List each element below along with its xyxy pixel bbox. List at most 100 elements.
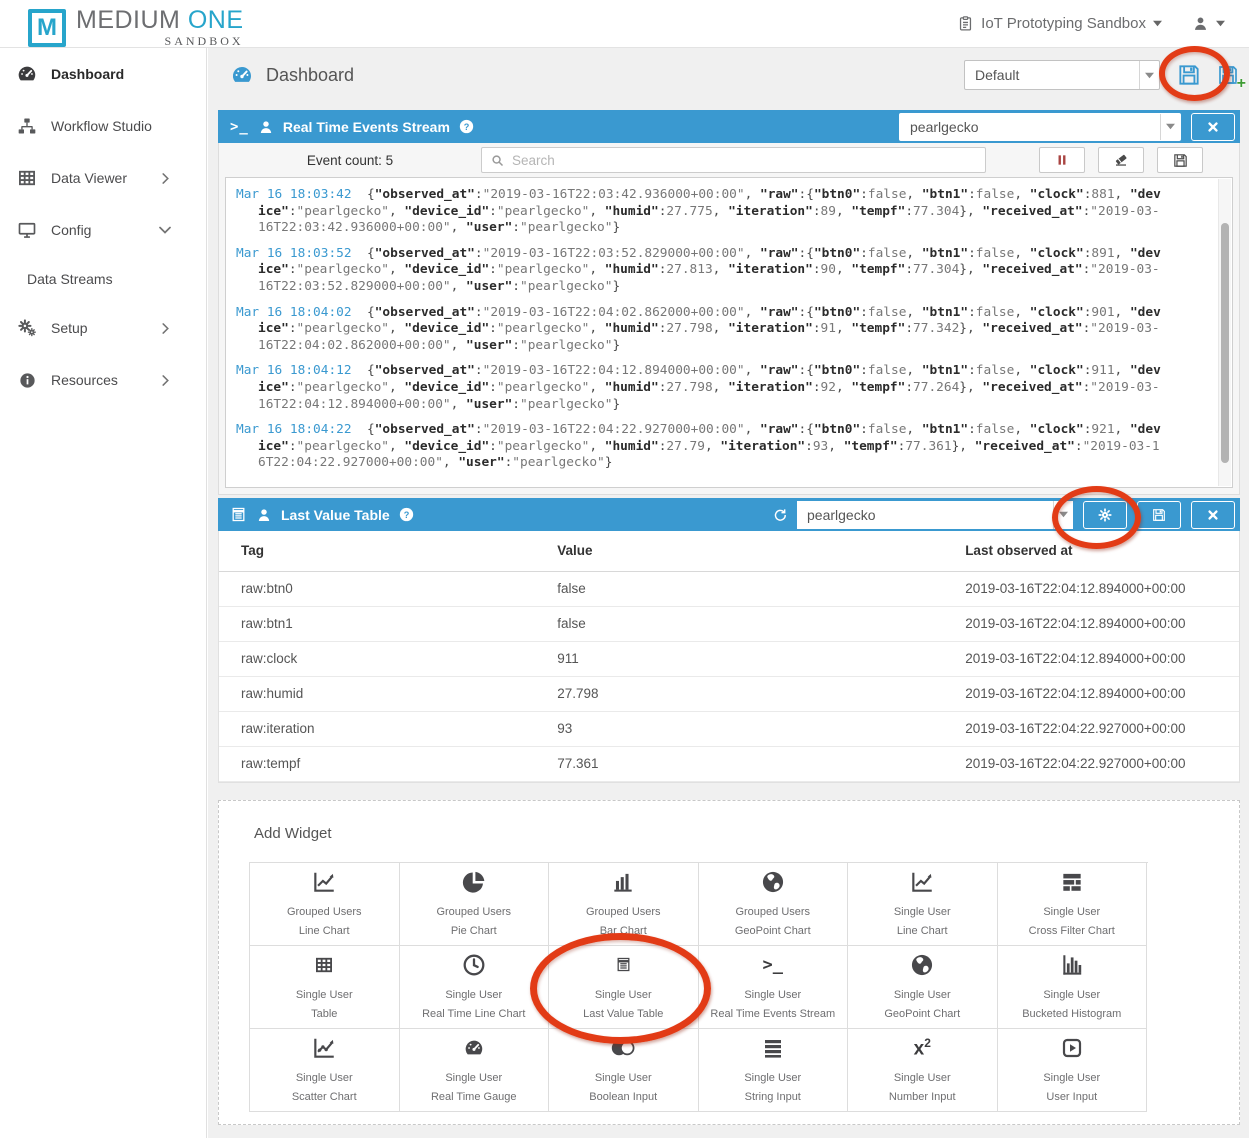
table-cell: 93 <box>535 711 943 746</box>
event-log-entry: Mar 16 18:03:52 {"observed_at":"2019-03-… <box>236 246 1166 296</box>
add-widget-item-grouped-users-geopoint-chart[interactable]: Grouped UsersGeoPoint Chart <box>699 863 849 946</box>
gauge-icon <box>463 1037 485 1059</box>
save-as-new-dashboard-button[interactable]: + <box>1216 63 1240 87</box>
table-cell: raw:clock <box>219 641 535 676</box>
brand-name: MEDIUM ONE <box>76 6 244 35</box>
sidebar-item-config[interactable]: Config <box>0 204 206 256</box>
lvt-save-button[interactable] <box>1137 501 1181 529</box>
widget-group-label: Single User <box>445 1069 502 1088</box>
table-cell: 2019-03-16T22:04:12.894000+00:00 <box>943 641 1239 676</box>
add-widget-grid: Grouped UsersLine ChartGrouped UsersPie … <box>249 862 1148 1112</box>
events-close-button[interactable] <box>1191 113 1235 141</box>
pause-stream-button[interactable] <box>1039 147 1085 173</box>
widget-group-label: Single User <box>1043 1069 1100 1088</box>
lvt-close-button[interactable] <box>1191 501 1235 529</box>
widget-name-label: String Input <box>745 1088 801 1107</box>
table-cell: 27.798 <box>535 676 943 711</box>
lvt-settings-button[interactable] <box>1083 501 1127 529</box>
brand-logo: M MEDIUM ONE SANDBOX <box>28 6 244 49</box>
add-widget-item-grouped-users-pie-chart[interactable]: Grouped UsersPie Chart <box>400 863 550 946</box>
chevron-right-icon <box>153 323 177 334</box>
table-cell: raw:btn0 <box>219 571 535 606</box>
event-json: {"observed_at":"2019-03-16T22:03:42.9360… <box>258 187 1161 235</box>
sidebar-item-workflow-studio[interactable]: Workflow Studio <box>0 100 206 152</box>
sidebar-item-resources[interactable]: Resources <box>0 354 206 406</box>
gauge-icon <box>15 63 39 85</box>
lvt-device-input[interactable] <box>797 501 1053 529</box>
event-json: {"observed_at":"2019-03-16T22:04:12.8940… <box>258 363 1161 411</box>
brand-subtitle: SANDBOX <box>165 34 244 49</box>
event-json: {"observed_at":"2019-03-16T22:03:52.8290… <box>258 246 1161 294</box>
add-widget-item-single-user-scatter-chart[interactable]: Single UserScatter Chart <box>250 1029 400 1112</box>
add-widget-item-single-user-table[interactable]: Single UserTable <box>250 946 400 1029</box>
sidebar-item-data-viewer[interactable]: Data Viewer <box>0 152 206 204</box>
event-log-entry: Mar 16 18:04:22 {"observed_at":"2019-03-… <box>236 422 1166 472</box>
last-value-table: TagValueLast observed at raw:btn0false20… <box>219 531 1239 782</box>
user-icon <box>1192 15 1209 32</box>
add-widget-item-grouped-users-line-chart[interactable]: Grouped UsersLine Chart <box>250 863 400 946</box>
dashboard-select-value: Default <box>965 67 1139 83</box>
add-widget-item-single-user-boolean-input[interactable]: Single UserBoolean Input <box>549 1029 699 1112</box>
scatter-icon <box>311 1035 337 1061</box>
add-widget-item-single-user-last-value-table[interactable]: Single UserLast Value Table <box>549 946 699 1029</box>
user-icon <box>256 507 272 523</box>
sidebar-item-label: Setup <box>51 320 88 336</box>
table-cell: 911 <box>535 641 943 676</box>
add-widget-item-single-user-real-time-gauge[interactable]: Single UserReal Time Gauge <box>400 1029 550 1112</box>
add-widget-item-single-user-geopoint-chart[interactable]: Single UserGeoPoint Chart <box>848 946 998 1029</box>
events-scrollbar-thumb[interactable] <box>1221 223 1229 463</box>
events-log: Mar 16 18:03:42 {"observed_at":"2019-03-… <box>225 177 1233 488</box>
event-log-entry: Mar 16 18:04:02 {"observed_at":"2019-03-… <box>236 305 1166 355</box>
event-timestamp: Mar 16 18:04:12 <box>236 363 352 378</box>
help-icon[interactable]: ? <box>399 507 414 522</box>
sidebar-item-dashboard[interactable]: Dashboard <box>0 48 206 100</box>
user-icon <box>258 119 274 135</box>
events-search-input[interactable] <box>512 153 977 168</box>
widget-name-label: Scatter Chart <box>292 1088 357 1107</box>
clipboard-icon <box>957 15 974 32</box>
sidebar-item-setup[interactable]: Setup <box>0 302 206 354</box>
clear-stream-button[interactable] <box>1098 147 1144 173</box>
desktop-icon <box>15 220 39 240</box>
add-widget-item-single-user-bucketed-histogram[interactable]: Single UserBucketed Histogram <box>998 946 1148 1029</box>
table-row: raw:clock9112019-03-16T22:04:12.894000+0… <box>219 641 1239 676</box>
widget-name-label: Table <box>311 1005 337 1024</box>
chevron-right-icon <box>153 375 177 386</box>
add-widget-item-single-user-real-time-line-chart[interactable]: Single UserReal Time Line Chart <box>400 946 550 1029</box>
histogram-icon <box>1059 952 1085 978</box>
sidebar-subitem-data-streams[interactable]: Data Streams <box>0 256 206 302</box>
add-widget-item-single-user-string-input[interactable]: Single UserString Input <box>699 1029 849 1112</box>
widget-name-label: Last Value Table <box>583 1005 663 1024</box>
user-menu[interactable] <box>1192 15 1225 32</box>
play-square-icon <box>1060 1036 1084 1060</box>
add-widget-title: Add Widget <box>254 825 1239 842</box>
gears-icon <box>15 318 39 338</box>
add-widget-item-single-user-line-chart[interactable]: Single UserLine Chart <box>848 863 998 946</box>
help-icon[interactable]: ? <box>459 119 474 134</box>
events-device-select[interactable]: pearlgecko <box>899 113 1181 141</box>
add-widget-item-single-user-real-time-events-stream[interactable]: >_Single UserReal Time Events Stream <box>699 946 849 1029</box>
add-widget-item-single-user-cross-filter-chart[interactable]: Single UserCross Filter Chart <box>998 863 1148 946</box>
workspace-label: IoT Prototyping Sandbox <box>981 15 1146 32</box>
save-dashboard-button[interactable] <box>1176 62 1202 88</box>
lvt-device-select <box>797 501 1073 529</box>
add-widget-item-single-user-user-input[interactable]: Single UserUser Input <box>998 1029 1148 1112</box>
caret-down-icon <box>1153 19 1162 28</box>
workspace-menu[interactable]: IoT Prototyping Sandbox <box>957 15 1162 32</box>
events-toolbar: Event count: 5 <box>219 143 1239 177</box>
refresh-icon[interactable] <box>772 507 788 523</box>
widget-group-label: Single User <box>595 986 652 1005</box>
bar-chart-icon <box>610 869 636 895</box>
line-chart-icon <box>311 869 337 895</box>
widget-group-label: Single User <box>1043 986 1100 1005</box>
event-timestamp: Mar 16 18:03:42 <box>236 187 352 202</box>
events-device-select-value: pearlgecko <box>900 119 1160 135</box>
table-cell: raw:btn1 <box>219 606 535 641</box>
widget-group-label: Single User <box>894 1069 951 1088</box>
add-widget-item-single-user-number-input[interactable]: x2Single UserNumber Input <box>848 1029 998 1112</box>
add-widget-item-grouped-users-bar-chart[interactable]: Grouped UsersBar Chart <box>549 863 699 946</box>
events-search-box <box>481 147 986 173</box>
dashboard-select[interactable]: Default <box>964 60 1160 90</box>
save-stream-button[interactable] <box>1157 147 1203 173</box>
svg-text:?: ? <box>464 122 470 132</box>
